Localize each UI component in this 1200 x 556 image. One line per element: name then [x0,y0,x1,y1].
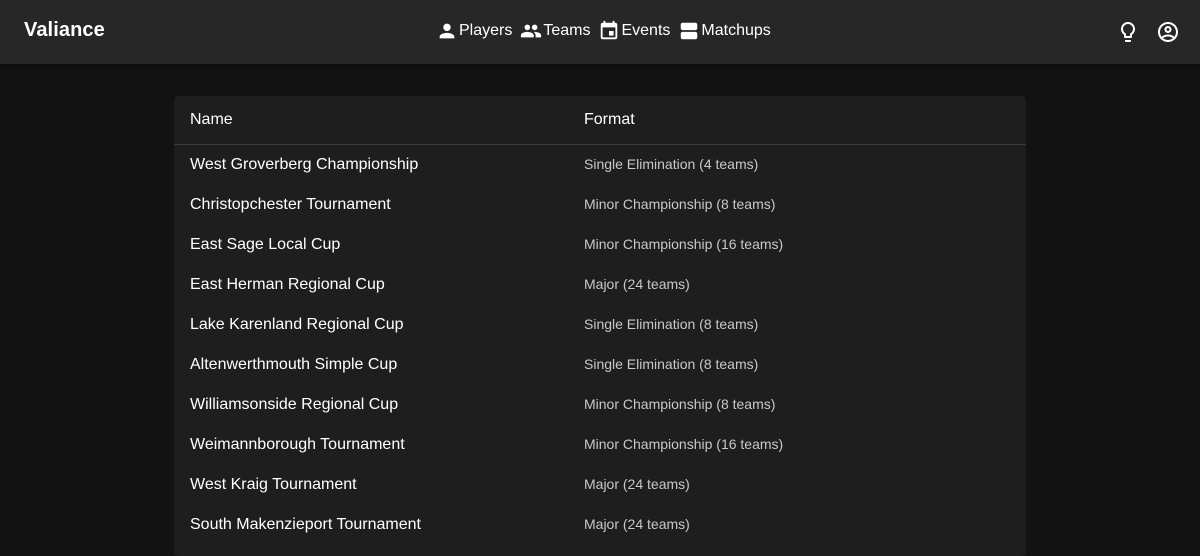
nav-item-label: Events [621,22,671,39]
event-name: West Groverberg Championship [190,156,419,173]
event-format: Minor Championship (16 teams) [584,436,784,452]
table-row[interactable]: Christopchester Tournament Minor Champio… [174,185,1026,225]
table-body: West Groverberg Championship Single Elim… [174,145,1026,545]
table-row[interactable]: West Kraig Tournament Major (24 teams) [174,465,1026,505]
event-format: Single Elimination (4 teams) [584,156,759,172]
table-row[interactable]: Weimannborough Tournament Minor Champion… [174,425,1026,465]
column-header-format[interactable]: Format [584,111,1026,129]
event-format: Minor Championship (8 teams) [584,196,776,212]
table-row[interactable]: Lake Karenland Regional Cup Single Elimi… [174,305,1026,345]
event-name: West Kraig Tournament [190,476,357,493]
event-format: Major (24 teams) [584,516,690,532]
nav-item-players[interactable]: Players [436,20,512,42]
event-format: Single Elimination (8 teams) [584,356,759,372]
event-name: Weimannborough Tournament [190,436,405,453]
table-row[interactable]: Altenwerthmouth Simple Cup Single Elimin… [174,345,1026,385]
table-row[interactable]: East Sage Local Cup Minor Championship (… [174,225,1026,265]
account-circle-icon[interactable] [1156,20,1180,44]
appbar-actions [1116,20,1180,44]
event-name: East Sage Local Cup [190,236,341,253]
event-name: South Makenzieport Tournament [190,516,421,533]
person-icon [436,20,458,42]
event-name: East Herman Regional Cup [190,276,385,293]
event-name: Williamsonside Regional Cup [190,396,399,413]
nav-item-teams[interactable]: Teams [520,20,590,42]
nav-item-events[interactable]: Events [598,20,670,42]
column-header-name[interactable]: Name [174,111,584,129]
table-row[interactable]: South Makenzieport Tournament Major (24 … [174,505,1026,545]
calendar-icon [598,20,620,42]
app-title[interactable]: Valiance [24,19,105,42]
table-header: Name Format [174,96,1026,145]
nav-item-label: Teams [543,22,591,39]
table-row[interactable]: Williamsonside Regional Cup Minor Champi… [174,385,1026,425]
lightbulb-icon[interactable] [1116,20,1140,44]
event-name: Lake Karenland Regional Cup [190,316,404,333]
matchup-icon [678,20,700,42]
table-row[interactable]: West Groverberg Championship Single Elim… [174,145,1026,185]
nav-item-label: Matchups [701,22,771,39]
event-format: Minor Championship (8 teams) [584,396,776,412]
nav-item-matchups[interactable]: Matchups [678,20,771,42]
event-format: Major (24 teams) [584,476,690,492]
group-icon [520,20,542,42]
event-name: Christopchester Tournament [190,196,391,213]
event-format: Major (24 teams) [584,276,690,292]
app-bar: Valiance Players Teams Events Matchups [0,0,1200,64]
event-format: Minor Championship (16 teams) [584,236,784,252]
event-format: Single Elimination (8 teams) [584,316,759,332]
event-name: Altenwerthmouth Simple Cup [190,356,398,373]
table-row[interactable]: East Herman Regional Cup Major (24 teams… [174,265,1026,305]
events-table: Name Format West Groverberg Championship… [174,96,1026,556]
nav-item-label: Players [459,22,513,39]
main-nav: Players Teams Events Matchups [436,19,771,43]
